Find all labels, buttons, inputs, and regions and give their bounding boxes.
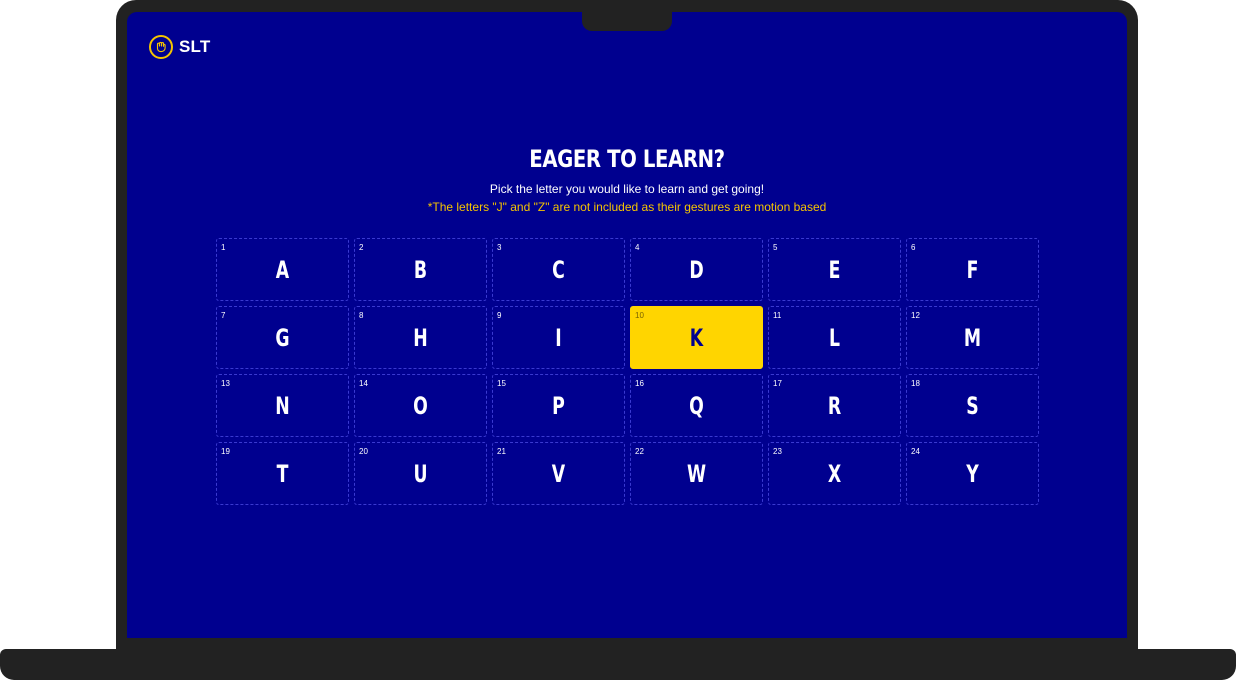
letter-card-letter: N [275, 391, 290, 420]
letter-card-letter: I [555, 323, 562, 352]
letter-card-letter: V [551, 459, 566, 488]
letter-card-k[interactable]: 10 K [630, 306, 763, 369]
letter-card-b[interactable]: 2B [354, 238, 487, 301]
letter-card-letter: C [552, 255, 565, 284]
letter-card-h[interactable]: 8H [354, 306, 487, 369]
letter-card-u[interactable]: 20 U [354, 442, 487, 505]
letter-card-letter: Y [966, 459, 979, 488]
letter-card-letter: A [275, 255, 290, 284]
letter-card-number: 7 [221, 311, 226, 320]
letter-card-number: 13 [221, 379, 230, 388]
letter-card-number: 24 [911, 447, 920, 456]
letter-card-w[interactable]: 22 W [630, 442, 763, 505]
letter-card-letter: W [686, 459, 707, 488]
letter-card-number: 22 [635, 447, 644, 456]
letter-card-e[interactable]: 5E [768, 238, 901, 301]
letter-card-v[interactable]: 21 V [492, 442, 625, 505]
letter-card-a[interactable]: 1A [216, 238, 349, 301]
letter-card-number: 14 [359, 379, 368, 388]
page-title: EAGER TO LEARN? [529, 145, 725, 173]
letter-card-letter: H [413, 323, 428, 352]
hand-fist-icon [149, 35, 173, 59]
letter-card-letter: Q [689, 391, 704, 420]
letter-card-letter: R [827, 391, 842, 420]
brand-name: SLT [179, 37, 211, 56]
page-subtitle: Pick the letter you would like to learn … [489, 182, 765, 196]
letter-card-x[interactable]: 23 X [768, 442, 901, 505]
letter-card-letter: X [827, 459, 842, 488]
letter-card-letter: K [689, 323, 704, 352]
letter-card-number: 20 [359, 447, 368, 456]
letter-card-c[interactable]: 3C [492, 238, 625, 301]
letter-card-number: 15 [497, 379, 506, 388]
letter-card-number: 19 [221, 447, 230, 456]
laptop-base [0, 649, 1236, 680]
letter-card-p[interactable]: 15 P [492, 374, 625, 437]
letter-card-number: 5 [773, 243, 778, 252]
letter-card-letter: M [963, 323, 982, 352]
letter-card-number: 12 [911, 311, 920, 320]
letter-card-number: 10 [635, 311, 644, 320]
letter-card-d[interactable]: 4D [630, 238, 763, 301]
letter-card-m[interactable]: 12 M [906, 306, 1039, 369]
letter-card-letter: F [966, 255, 979, 284]
letter-card-number: 6 [911, 243, 916, 252]
letter-card-r[interactable]: 17 R [768, 374, 901, 437]
letter-card-f[interactable]: 6F [906, 238, 1039, 301]
letter-card-q[interactable]: 16 Q [630, 374, 763, 437]
letter-card-y[interactable]: 24 Y [906, 442, 1039, 505]
letter-card-number: 16 [635, 379, 644, 388]
laptop-frame: SLT EAGER TO LEARN? Pick the letter you … [0, 0, 1236, 680]
letter-card-number: 9 [497, 311, 502, 320]
motion-letters-note: *The letters "J" and "Z" are not include… [427, 200, 827, 214]
letter-card-letter: U [413, 459, 428, 488]
letter-card-letter: O [413, 391, 428, 420]
letter-grid: 1 A 2 B 3 C 4 D 5 E 6 F 7 G 8 H 9 I 10 K 11 L 12 M 13 N 14 O 15 P 16 Q 1… [216, 238, 1039, 505]
letter-card-number: 23 [773, 447, 782, 456]
letter-card-l[interactable]: 11 L [768, 306, 901, 369]
brand[interactable]: SLT [149, 35, 210, 59]
letter-card-letter: G [275, 323, 290, 352]
letter-card-number: 21 [497, 447, 506, 456]
letter-card-number: 1 [221, 243, 226, 252]
letter-card-s[interactable]: 18 S [906, 374, 1039, 437]
letter-card-number: 8 [359, 311, 364, 320]
letter-card-letter: T [276, 459, 289, 488]
letter-card-number: 11 [773, 311, 782, 320]
letter-card-letter: D [689, 255, 704, 284]
letter-card-g[interactable]: 7G [216, 306, 349, 369]
letter-card-number: 17 [773, 379, 782, 388]
letter-card-letter: P [552, 391, 565, 420]
letter-card-letter: L [828, 323, 841, 352]
app-screen: SLT EAGER TO LEARN? Pick the letter you … [127, 12, 1127, 638]
letter-card-letter: B [413, 255, 428, 284]
letter-card-t[interactable]: 19 T [216, 442, 349, 505]
letter-card-number: 4 [635, 243, 640, 252]
letter-card-number: 3 [497, 243, 502, 252]
letter-card-letter: E [828, 255, 841, 284]
letter-card-i[interactable]: 9I [492, 306, 625, 369]
letter-card-letter: S [966, 391, 979, 420]
letter-card-number: 2 [359, 243, 364, 252]
letter-card-n[interactable]: 13 N [216, 374, 349, 437]
letter-card-o[interactable]: 14 O [354, 374, 487, 437]
letter-card-number: 18 [911, 379, 920, 388]
camera-notch [582, 0, 672, 31]
